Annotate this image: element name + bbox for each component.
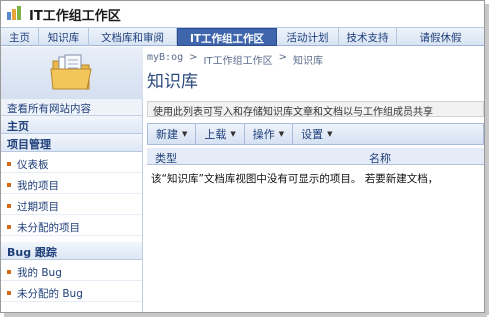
nav-item-my-bugs[interactable]: 我的 Bug bbox=[1, 260, 142, 281]
list-column-header: 类型 名称 bbox=[147, 148, 484, 165]
new-menu-label: 新建 bbox=[156, 128, 178, 141]
settings-menu-button[interactable]: 设置 ▼ bbox=[293, 124, 340, 144]
nav-item-unassigned-bugs[interactable]: 未分配的 Bug bbox=[1, 281, 142, 302]
nav-item-label: 我的 Bug bbox=[17, 266, 62, 279]
column-name[interactable]: 名称 bbox=[369, 150, 391, 166]
upload-menu-button[interactable]: 上载 ▼ bbox=[196, 124, 245, 144]
new-menu-button[interactable]: 新建 ▼ bbox=[148, 124, 197, 144]
page-header: myB:og > IT工作组工作区 > 知识库 知识库 bbox=[1, 47, 484, 99]
site-title[interactable]: IT工作组工作区 bbox=[29, 5, 121, 24]
chevron-down-icon: ▼ bbox=[182, 130, 188, 138]
view-all-site-content-link[interactable]: 查看所有网站内容 bbox=[1, 99, 142, 116]
tab-leave-request[interactable]: 请假休假 bbox=[397, 28, 484, 46]
breadcrumb: myB:og > IT工作组工作区 > 知识库 bbox=[147, 52, 323, 67]
section-project-management[interactable]: 项目管理 bbox=[1, 134, 142, 152]
actions-menu-button[interactable]: 操作 ▼ bbox=[245, 124, 294, 144]
list-toolbar: 新建 ▼ 上载 ▼ 操作 ▼ 设置 ▼ bbox=[147, 123, 484, 145]
nav-item-overdue-projects[interactable]: 过期项目 bbox=[1, 194, 142, 215]
bullet-icon bbox=[7, 291, 11, 295]
quick-launch: 查看所有网站内容 主页 项目管理 仪表板 我的项目 过期项目 未分配的项目 Bu… bbox=[1, 99, 143, 312]
settings-menu-label: 设置 bbox=[301, 128, 324, 141]
tab-event-planning[interactable]: 活动计划 bbox=[277, 28, 339, 46]
nav-item-label: 未分配的 Bug bbox=[17, 287, 83, 300]
browser-frame: IT工作组工作区 主页 知识库 文档库和审阅 IT工作组工作区 活动计划 技术支… bbox=[0, 0, 485, 313]
tab-doc-library-review[interactable]: 文档库和审阅 bbox=[89, 28, 177, 46]
bullet-icon bbox=[7, 204, 11, 208]
top-navigation: 主页 知识库 文档库和审阅 IT工作组工作区 活动计划 技术支持 请假休假 bbox=[1, 27, 484, 46]
tab-it-workspace[interactable]: IT工作组工作区 bbox=[177, 28, 277, 46]
tab-tech-support[interactable]: 技术支持 bbox=[339, 28, 397, 46]
breadcrumb-current: 知识库 bbox=[292, 56, 323, 67]
page-title: 知识库 bbox=[147, 72, 198, 92]
frame-shadow bbox=[485, 4, 489, 315]
title-bar: IT工作组工作区 bbox=[1, 1, 484, 25]
empty-list-message: 该“知识库”文档库视图中没有可显示的项目。 若要新建文档， bbox=[151, 173, 439, 185]
document-library-folder-icon bbox=[50, 54, 92, 90]
header-icon-panel bbox=[1, 47, 143, 99]
nav-item-dashboard[interactable]: 仪表板 bbox=[1, 152, 142, 173]
sharepoint-logo-icon bbox=[7, 6, 21, 20]
nav-item-label: 过期项目 bbox=[17, 200, 59, 213]
column-type[interactable]: 类型 bbox=[155, 150, 177, 166]
section-bug-tracking[interactable]: Bug 跟踪 bbox=[1, 242, 142, 260]
bullet-icon bbox=[7, 162, 11, 166]
actions-menu-label: 操作 bbox=[252, 128, 275, 141]
breadcrumb-workspace[interactable]: IT工作组工作区 bbox=[204, 52, 273, 67]
quick-launch-home[interactable]: 主页 bbox=[1, 116, 142, 134]
bullet-icon bbox=[7, 270, 11, 274]
breadcrumb-separator: > bbox=[189, 52, 198, 63]
tab-knowledge-base[interactable]: 知识库 bbox=[39, 28, 89, 46]
nav-item-my-projects[interactable]: 我的项目 bbox=[1, 173, 142, 194]
chevron-down-icon: ▼ bbox=[327, 130, 333, 138]
nav-item-label: 未分配的项目 bbox=[17, 221, 80, 234]
breadcrumb-root[interactable]: myB:og bbox=[147, 52, 183, 67]
bullet-icon bbox=[7, 183, 11, 187]
tab-home[interactable]: 主页 bbox=[1, 28, 39, 46]
bullet-icon bbox=[7, 225, 11, 229]
list-description: 使用此列表可写入和存储知识库文章和文档以与工作组成员共享 bbox=[147, 101, 484, 117]
breadcrumb-separator: > bbox=[278, 52, 287, 63]
frame-shadow bbox=[4, 313, 487, 317]
chevron-down-icon: ▼ bbox=[278, 130, 285, 138]
chevron-down-icon: ▼ bbox=[230, 130, 236, 138]
nav-item-label: 仪表板 bbox=[17, 158, 49, 171]
nav-item-label: 我的项目 bbox=[17, 179, 59, 192]
upload-menu-label: 上载 bbox=[204, 128, 227, 141]
nav-item-unassigned-projects[interactable]: 未分配的项目 bbox=[1, 215, 142, 236]
